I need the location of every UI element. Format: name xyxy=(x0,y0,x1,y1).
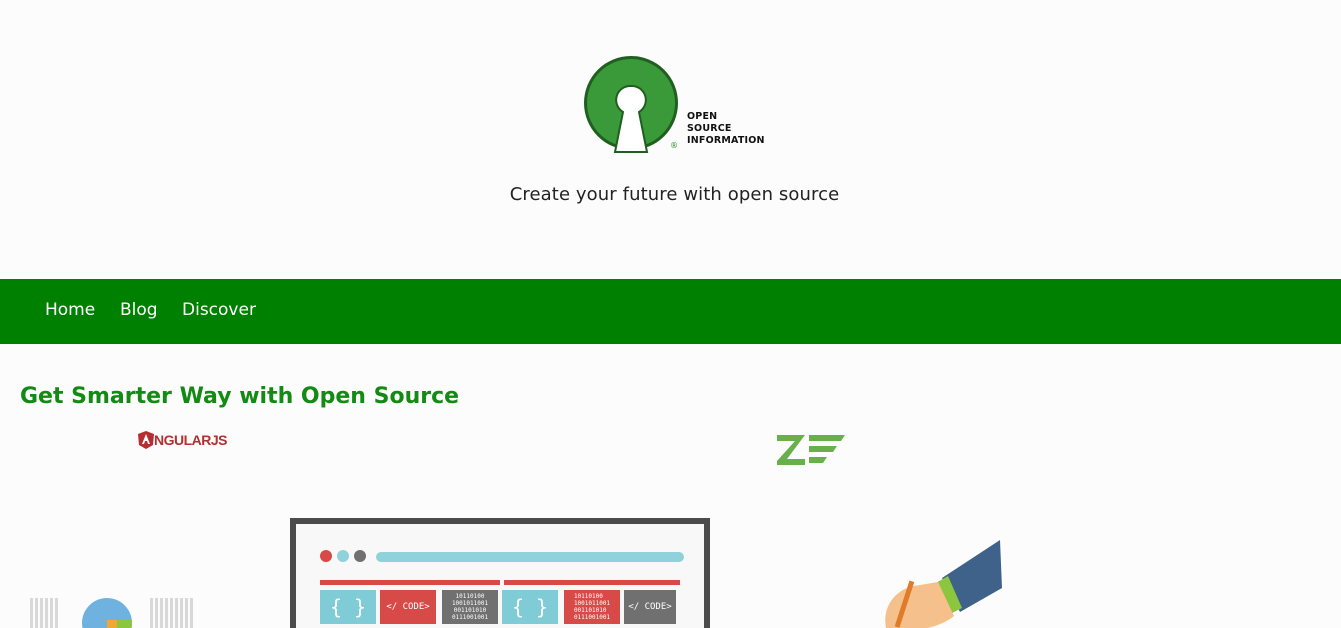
page: OPEN SOURCE INFORMATION ® Create your fu… xyxy=(0,0,1341,628)
logo-wordmark: OPEN SOURCE INFORMATION xyxy=(687,111,765,146)
site-tagline: Create your future with open source xyxy=(509,184,840,205)
nav-item-discover[interactable]: Discover xyxy=(182,300,256,320)
pie-chart-icon xyxy=(82,598,132,628)
bar-graphic xyxy=(30,598,58,628)
window-dot-red xyxy=(320,550,332,562)
hand-writing-icon xyxy=(885,540,1002,628)
open-source-logo[interactable]: OPEN SOURCE INFORMATION ® xyxy=(583,54,783,158)
code-brace-block: { } xyxy=(320,590,376,624)
main-nav: Home Blog Discover xyxy=(0,279,1341,344)
nav-item-home[interactable]: Home xyxy=(45,300,95,320)
window-dot-gray xyxy=(354,550,366,562)
bar-graphic xyxy=(150,598,193,628)
code-tag-block: </ CODE> xyxy=(624,590,676,624)
divider-line xyxy=(504,580,680,585)
binary-block-red: 10110100 1001011001 001101010 0111001001 xyxy=(564,590,620,624)
nav-item-blog[interactable]: Blog xyxy=(120,300,158,320)
zend-framework-icon xyxy=(777,435,845,465)
keyhole-logo-icon xyxy=(584,56,678,153)
binary-block: 10110100 1001011001 001101010 0111001001 xyxy=(442,590,498,624)
divider-line xyxy=(320,580,500,585)
code-tag-block: </ CODE> xyxy=(380,590,436,624)
code-editor-illustration: { } </ CODE> 10110100 1001011001 0011010… xyxy=(290,518,710,628)
code-brace-block: { } xyxy=(502,590,558,624)
window-dot-teal xyxy=(337,550,349,562)
registered-mark: ® xyxy=(670,141,678,150)
site-header: OPEN SOURCE INFORMATION ® Create your fu… xyxy=(0,0,1341,279)
page-title: Get Smarter Way with Open Source xyxy=(20,384,460,409)
address-bar xyxy=(376,552,684,562)
angularjs-label: NGULARJS xyxy=(154,432,228,448)
angular-shield-icon xyxy=(138,431,154,449)
hero-illustration: NGULARJS { } </ CODE> 10110100 100101100… xyxy=(0,428,1341,628)
angularjs-logo: NGULARJS xyxy=(138,431,228,449)
